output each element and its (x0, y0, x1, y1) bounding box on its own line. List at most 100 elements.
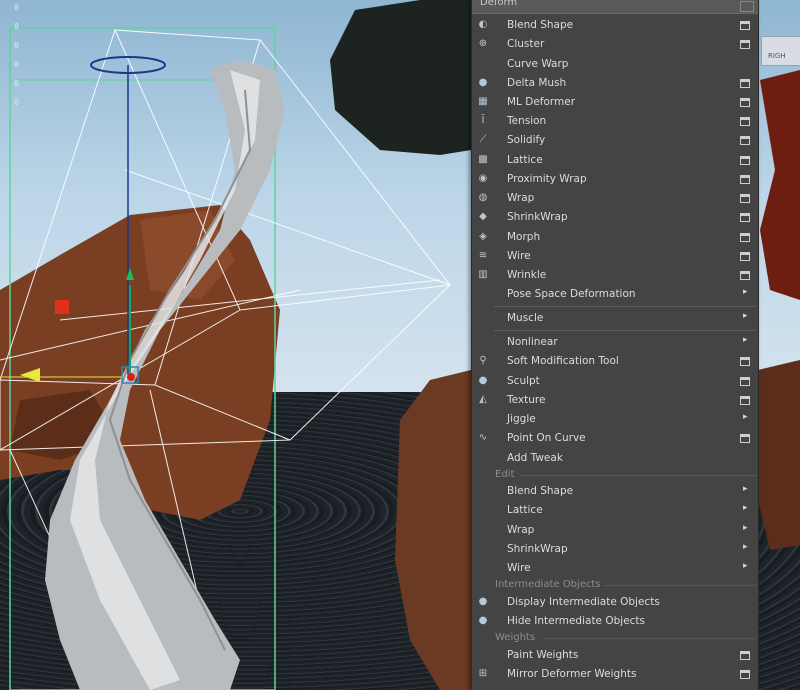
menu-item-label: Delta Mush (507, 77, 567, 89)
menu-item-label: Solidify (507, 134, 546, 146)
menu-item[interactable]: Add Tweak (472, 449, 758, 468)
menu-item[interactable]: Lattice ▸ (472, 501, 758, 520)
menu-item[interactable]: ⊞ Mirror Deformer Weights (472, 665, 758, 684)
menu-item-label: Blend Shape (507, 485, 574, 497)
rock-right (758, 360, 800, 550)
option-box-icon[interactable] (740, 396, 750, 405)
red-foliage (760, 70, 800, 300)
menu-item-label: Sculpt (507, 375, 540, 387)
menu-item[interactable]: Muscle ▸ (472, 309, 758, 328)
menu-divider (494, 330, 756, 331)
menu-item-label: Wire (507, 562, 531, 574)
menu-divider (520, 475, 756, 476)
sculpt-icon: ● (478, 375, 488, 386)
hud-readout: 0 (14, 60, 19, 69)
menu-item[interactable]: ⚲ Soft Modification Tool (472, 352, 758, 371)
menu-item[interactable]: Ī Tension (472, 112, 758, 131)
option-box-icon[interactable] (740, 194, 750, 203)
tree-trunk-right (395, 370, 471, 690)
menu-item-label: Wire (507, 250, 531, 262)
menu-item-label: Morph (507, 231, 541, 243)
hud-readout: 0 (14, 98, 19, 107)
submenu-arrow-icon: ▸ (743, 523, 748, 533)
menu-item-label: Texture (507, 394, 546, 406)
proximity-wrap-icon: ◉ (478, 173, 488, 184)
option-box-icon[interactable] (740, 651, 750, 660)
menu-item[interactable]: ⊕ Cluster (472, 35, 758, 54)
shrinkwrap-icon: ◆ (479, 211, 487, 222)
option-box-icon[interactable] (740, 252, 750, 261)
option-box-icon[interactable] (740, 670, 750, 679)
option-box-icon[interactable] (740, 357, 750, 366)
solidify-icon: ⟋ (479, 134, 487, 145)
right-view-panel[interactable]: RIGH (761, 36, 800, 66)
hud-readout: 0 (14, 22, 19, 31)
wrap-icon: ◍ (478, 192, 488, 203)
menu-item[interactable]: Blend Shape ▸ (472, 482, 758, 501)
menu-title: Deform (480, 0, 518, 8)
menu-item[interactable]: Wrap ▸ (472, 521, 758, 540)
menu-item[interactable]: ● Sculpt (472, 372, 758, 391)
option-box-icon[interactable] (740, 271, 750, 280)
menu-item-label: Mirror Deformer Weights (507, 668, 637, 680)
option-box-icon[interactable] (740, 377, 750, 386)
wire-icon: ≋ (478, 250, 488, 261)
option-box-icon[interactable] (740, 40, 750, 49)
submenu-arrow-icon: ▸ (743, 311, 748, 321)
option-box-icon[interactable] (740, 175, 750, 184)
ml-deformer-icon: ▦ (478, 96, 488, 107)
morph-icon: ◈ (479, 231, 487, 242)
display-intermediate-icon: ● (478, 596, 488, 607)
menu-item-label: Add Tweak (507, 452, 563, 464)
option-box-icon[interactable] (740, 233, 750, 242)
hide-intermediate-icon: ● (478, 615, 488, 626)
option-box-icon[interactable] (740, 156, 750, 165)
menu-item[interactable]: ◉ Proximity Wrap (472, 170, 758, 189)
menu-item[interactable]: Curve Warp (472, 55, 758, 74)
menu-item-label: Proximity Wrap (507, 173, 587, 185)
move-handle-red (55, 300, 69, 314)
menu-item[interactable]: Paint Weights (472, 646, 758, 665)
option-box-icon[interactable] (740, 98, 750, 107)
menu-item[interactable]: ◆ ShrinkWrap (472, 208, 758, 227)
menu-item[interactable]: ◭ Texture (472, 391, 758, 410)
option-box-icon[interactable] (740, 117, 750, 126)
submenu-arrow-icon: ▸ (743, 542, 748, 552)
submenu-arrow-icon: ▸ (743, 484, 748, 494)
menu-item[interactable]: Jiggle ▸ (472, 410, 758, 429)
section-header-intermediate: Intermediate Objects (495, 579, 601, 590)
option-box-icon[interactable] (740, 136, 750, 145)
menu-item[interactable]: ● Display Intermediate Objects (472, 593, 758, 612)
menu-item-label: Blend Shape (507, 19, 574, 31)
option-box-icon[interactable] (740, 213, 750, 222)
menu-item[interactable]: Pose Space Deformation ▸ (472, 285, 758, 304)
menu-item[interactable]: ● Hide Intermediate Objects (472, 612, 758, 631)
tension-icon: Ī (481, 115, 485, 126)
pivot-point (127, 373, 135, 381)
menu-item[interactable]: ● Delta Mush (472, 74, 758, 93)
menu-item[interactable]: ≋ Wire (472, 247, 758, 266)
menu-item[interactable]: Nonlinear ▸ (472, 333, 758, 352)
menu-item-label: Wrap (507, 524, 535, 536)
submenu-arrow-icon: ▸ (743, 412, 748, 422)
menu-item[interactable]: ShrinkWrap ▸ (472, 540, 758, 559)
menu-item[interactable]: Wire ▸ (472, 559, 758, 578)
menu-item-label: Wrinkle (507, 269, 547, 281)
menu-item-label: Point On Curve (507, 432, 586, 444)
soft-mod-icon: ⚲ (479, 355, 487, 366)
menu-item[interactable]: ◈ Morph (472, 228, 758, 247)
menu-item[interactable]: ◍ Wrap (472, 189, 758, 208)
menu-item[interactable]: ▩ Lattice (472, 151, 758, 170)
menu-item[interactable]: ◐ Blend Shape (472, 16, 758, 35)
tear-off-icon[interactable] (740, 1, 754, 12)
menu-tear-off-bar[interactable]: Deform (472, 0, 758, 14)
menu-item[interactable]: ▦ ML Deformer (472, 93, 758, 112)
menu-item[interactable]: ▥ Wrinkle (472, 266, 758, 285)
option-box-icon[interactable] (740, 434, 750, 443)
menu-item[interactable]: ∿ Point On Curve (472, 429, 758, 448)
option-box-icon[interactable] (740, 21, 750, 30)
option-box-icon[interactable] (740, 79, 750, 88)
blend-shape-icon: ◐ (478, 19, 488, 30)
menu-item[interactable]: ⟋ Solidify (472, 131, 758, 150)
delta-mush-icon: ● (478, 77, 488, 88)
